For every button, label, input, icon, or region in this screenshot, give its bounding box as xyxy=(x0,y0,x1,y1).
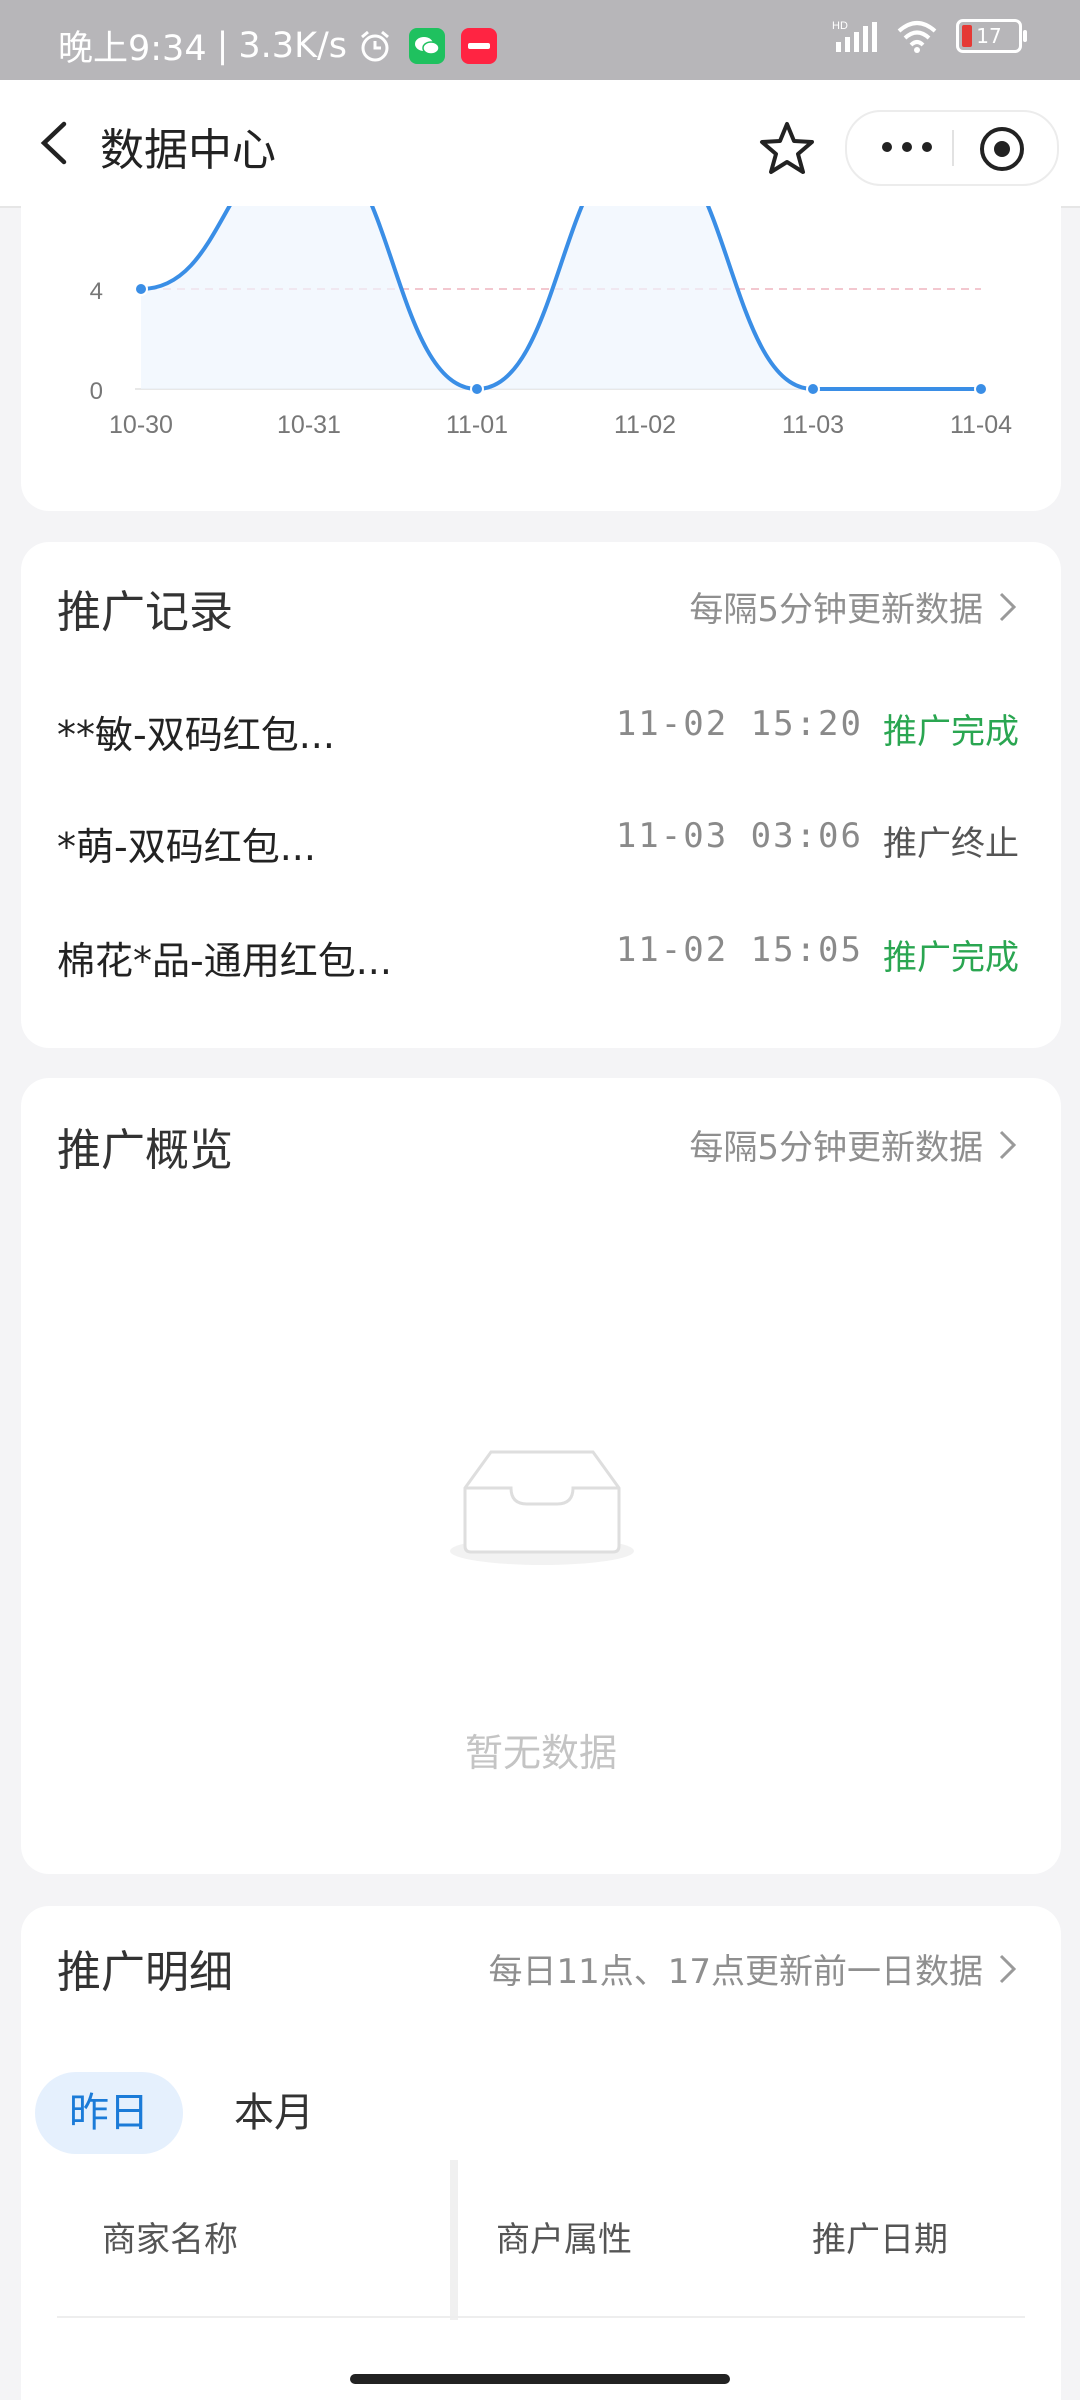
records-title: 推广记录 xyxy=(57,587,233,638)
promotion-details-card: 推广明细 每日11点、17点更新前一日数据 xyxy=(21,1906,1061,2400)
battery-icon: 17 xyxy=(956,19,1027,53)
alarm-icon xyxy=(361,30,390,61)
data-point xyxy=(974,382,988,396)
x-tick-label: 11-04 xyxy=(950,411,1012,439)
navigation-bar: 数据中心 xyxy=(0,80,1080,208)
data-point xyxy=(134,282,148,296)
trend-line-chart: 0 4 10-30 10-31 11-01 11-02 11-03 11-04 xyxy=(90,136,1012,439)
more-options-icon[interactable] xyxy=(877,132,937,162)
status-divider: | xyxy=(216,25,229,66)
battery-level xyxy=(962,25,972,47)
empty-state-text: 暂无数据 xyxy=(464,1731,617,1775)
x-tick-label: 11-03 xyxy=(782,411,844,439)
details-hint-text: 每日11点、17点更新前一日数据 xyxy=(488,1952,983,1992)
back-arrow-icon[interactable] xyxy=(30,118,80,168)
table-header-divider xyxy=(57,2316,1025,2318)
inbox-icon xyxy=(450,1450,634,1565)
status-bar: 晚上9:34 | 3.3K/s HD 17 xyxy=(0,0,1080,80)
x-tick-label: 11-01 xyxy=(446,411,508,439)
trend-chart-card: 0 4 10-30 10-31 11-01 11-02 11-03 11-04 xyxy=(21,136,1061,511)
series-area xyxy=(141,139,981,389)
records-hint-text: 每隔5分钟更新数据 xyxy=(689,590,983,630)
details-title: 推广明细 xyxy=(57,1947,233,1998)
y-tick-label: 4 xyxy=(90,278,103,305)
home-indicator[interactable] xyxy=(350,2374,730,2384)
signal-icon: HD xyxy=(832,20,877,52)
chevron-right-icon xyxy=(999,1954,1017,1983)
close-program-icon[interactable] xyxy=(977,124,1027,174)
column-separator xyxy=(450,2160,458,2320)
status-speed: 3.3K/s xyxy=(238,25,348,66)
record-status: 推广终止 xyxy=(883,824,1019,864)
tab-yesterday[interactable]: 昨日 xyxy=(35,2072,183,2154)
record-item[interactable]: 棉花*品-通用红包... 11-02 15:05 推广完成 xyxy=(57,930,1019,986)
chevron-right-icon xyxy=(999,1130,1017,1159)
data-point xyxy=(806,382,820,396)
promotion-records-card: 推广记录 每隔5分钟更新数据 **敏-双码红包... 11-02 15:20 推… xyxy=(21,542,1061,1048)
column-header-merchant-name[interactable]: 商家名称 xyxy=(102,2212,238,2261)
record-status: 推广完成 xyxy=(883,712,1019,752)
favorite-star-icon[interactable] xyxy=(752,114,822,184)
status-time: 晚上9:34 xyxy=(58,29,207,69)
overview-hint-text: 每隔5分钟更新数据 xyxy=(689,1128,983,1168)
mini-program-capsule xyxy=(845,110,1059,186)
record-time: 11-02 15:20 xyxy=(615,704,863,744)
y-tick-label: 0 xyxy=(90,378,103,405)
chevron-right-icon xyxy=(999,592,1017,621)
x-tick-label: 10-31 xyxy=(277,411,341,439)
record-name: *萌-双码红包... xyxy=(57,825,316,869)
x-tick-label: 10-30 xyxy=(109,411,173,439)
status-left: 晚上9:34 | 3.3K/s xyxy=(58,20,498,71)
records-update-link[interactable]: 每隔5分钟更新数据 xyxy=(689,582,1019,631)
x-tick-label: 11-02 xyxy=(614,411,676,439)
record-name: **敏-双码红包... xyxy=(57,713,335,757)
wifi-icon xyxy=(897,21,937,53)
details-update-link[interactable]: 每日11点、17点更新前一日数据 xyxy=(488,1944,1019,1993)
record-status: 推广完成 xyxy=(883,938,1019,978)
network-label: HD xyxy=(832,20,848,32)
capsule-divider xyxy=(952,130,954,166)
record-item[interactable]: **敏-双码红包... 11-02 15:20 推广完成 xyxy=(57,704,1019,760)
record-time: 11-02 15:05 xyxy=(615,930,863,970)
record-name: 棉花*品-通用红包... xyxy=(57,939,392,983)
xiaohongshu-icon xyxy=(461,27,498,64)
overview-title: 推广概览 xyxy=(57,1125,233,1176)
battery-text: 17 xyxy=(976,24,1002,48)
data-point xyxy=(470,382,484,396)
status-right: HD 17 xyxy=(832,18,1027,54)
tab-this-month[interactable]: 本月 xyxy=(234,2072,314,2154)
wechat-icon xyxy=(409,27,446,64)
column-header-merchant-attribute[interactable]: 商户属性 xyxy=(496,2212,632,2261)
column-header-promotion-date[interactable]: 推广日期 xyxy=(812,2212,948,2261)
page-title: 数据中心 xyxy=(100,125,276,176)
promotion-overview-card: 推广概览 每隔5分钟更新数据 暂无数据 xyxy=(21,1078,1061,1874)
record-time: 11-03 03:06 xyxy=(615,816,863,856)
record-item[interactable]: *萌-双码红包... 11-03 03:06 推广终止 xyxy=(57,816,1019,872)
overview-update-link[interactable]: 每隔5分钟更新数据 xyxy=(689,1120,1019,1169)
